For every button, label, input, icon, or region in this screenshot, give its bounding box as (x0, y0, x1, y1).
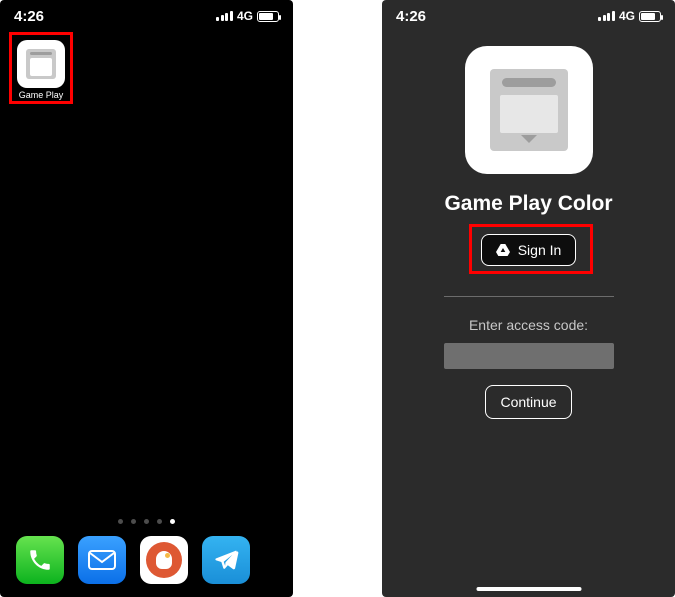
page-indicator[interactable] (0, 519, 293, 524)
phone-app-signin: 4:26 4G Game Play Color Sign In Enter ac… (382, 0, 675, 597)
dock-app-duckduckgo[interactable] (140, 536, 188, 584)
dock-app-mail[interactable] (78, 536, 126, 584)
duckduckgo-icon (146, 542, 182, 578)
app-label-gameplay: Game Play (12, 90, 70, 100)
access-code-label: Enter access code: (469, 317, 588, 333)
cartridge-icon (26, 49, 56, 79)
mail-icon (88, 550, 116, 570)
dock-app-phone[interactable] (16, 536, 64, 584)
dock-app-telegram[interactable] (202, 536, 250, 584)
status-time: 4:26 (396, 8, 426, 25)
network-label: 4G (237, 9, 253, 23)
signal-icon (598, 11, 615, 21)
network-label: 4G (619, 9, 635, 23)
app-logo (465, 46, 593, 174)
phone-home-screen: 4:26 4G Game Play (0, 0, 293, 597)
battery-icon (257, 11, 279, 22)
divider (444, 296, 614, 297)
status-time: 4:26 (14, 8, 44, 25)
app-icon-gameplay[interactable] (17, 40, 65, 88)
continue-button[interactable]: Continue (485, 385, 571, 419)
access-code-input[interactable] (444, 343, 614, 369)
signin-screen: Game Play Color Sign In Enter access cod… (382, 26, 675, 419)
status-bar: 4:26 4G (0, 0, 293, 26)
status-indicators: 4G (216, 9, 279, 23)
dock (8, 530, 285, 590)
status-bar: 4:26 4G (382, 0, 675, 26)
signal-icon (216, 11, 233, 21)
highlight-signin (469, 224, 593, 274)
battery-icon (639, 11, 661, 22)
status-indicators: 4G (598, 9, 661, 23)
app-title: Game Play Color (444, 192, 612, 216)
phone-icon (27, 547, 53, 573)
telegram-icon (213, 547, 239, 573)
google-drive-icon (496, 244, 510, 256)
cartridge-icon (490, 69, 568, 151)
home-indicator[interactable] (476, 587, 581, 591)
